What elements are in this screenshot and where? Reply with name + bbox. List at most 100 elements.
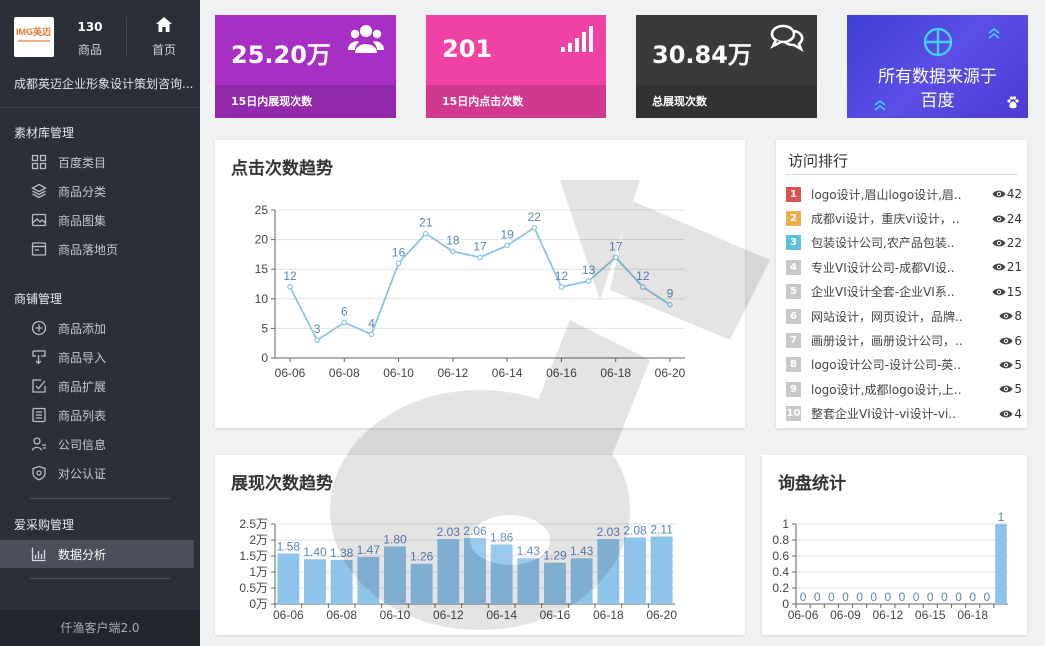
data-label: 2.03 [597, 525, 621, 539]
data-label: 0 [828, 590, 835, 604]
bar [304, 559, 326, 604]
data-point [422, 230, 429, 237]
chevron-up-icon [988, 27, 1000, 39]
sidebar-item-label: 数据分析 [58, 547, 107, 562]
bar [437, 539, 460, 604]
view-count-value: 5 [1014, 382, 1022, 397]
ranking-item[interactable]: 8 logo设计公司-设计公司-英.. 5 [786, 353, 1022, 377]
x-tick-label: 06-16 [546, 366, 577, 380]
group-title-material: 素材库管理 [14, 126, 75, 140]
x-tick-label: 06-06 [275, 366, 306, 380]
sidebar-item-company-info[interactable]: 公司信息 [0, 430, 194, 458]
sidebar-item-product-category[interactable]: 商品分类 [0, 177, 194, 205]
product-count[interactable]: 130 [70, 20, 110, 34]
product-label[interactable]: 商品 [70, 41, 110, 58]
sidebar-item-baidu-category[interactable]: 百度类目 [0, 148, 194, 176]
data-label: 0 [899, 590, 906, 604]
impression-trend-chart: 0万0.5万1万1.5万2万2.5万1.58 1.40 1.38 1.471.801.… [239, 517, 677, 622]
home-button[interactable]: 首页 [138, 16, 190, 58]
data-label: 0 [800, 590, 807, 604]
banner-text-line1: 所有数据来源于 [878, 67, 997, 87]
y-tick-label: 1万 [249, 565, 268, 579]
data-label: 0 [856, 590, 863, 604]
title-underline [786, 174, 1018, 175]
y-tick-label: 0.4 [772, 565, 789, 579]
signal-icon [560, 23, 594, 57]
data-label: 22 [528, 210, 542, 224]
x-tick-label: 06-18 [957, 608, 988, 622]
ranking-item[interactable]: 7 画册设计，画册设计公司，.. 6 [786, 328, 1022, 352]
ranking-item[interactable]: 4 专业VI设计公司-成都VI设.. 21 [786, 255, 1022, 279]
sidebar-item-data-analysis[interactable]: 数据分析 [0, 540, 194, 568]
bar [597, 539, 620, 604]
data-label: 1.86 [490, 530, 514, 544]
sidebar-item-import-product[interactable]: 商品导入 [0, 343, 194, 371]
ranking-item[interactable]: 2 成都vi设计，重庆vi设计，.. 24 [786, 206, 1022, 230]
view-count-value: 42 [1006, 187, 1022, 202]
x-tick-label: 06-20 [655, 366, 686, 380]
data-label: 12 [636, 269, 650, 283]
rank-title: logo设计公司-设计公司-英.. [811, 358, 961, 373]
data-label: 19 [500, 228, 514, 242]
view-count: 4 [999, 407, 1022, 421]
grid-icon [30, 153, 48, 171]
logo-underline [18, 40, 50, 42]
data-label: 0 [955, 590, 962, 604]
sidebar-item-product-list[interactable]: 商品列表 [0, 401, 194, 429]
data-label: 2.06 [463, 524, 487, 538]
card-value: 30.84万 [652, 41, 752, 69]
company-logo[interactable]: IMG英迈 [14, 17, 54, 57]
view-count: 5 [999, 358, 1022, 372]
company-name: 成都英迈企业形象设计策划咨询... [14, 77, 194, 91]
view-count-value: 8 [1014, 309, 1022, 324]
x-tick-label: 06-14 [486, 608, 517, 622]
view-count-value: 4 [1014, 406, 1022, 421]
rank-title: 网站设计，网页设计，品牌.. [811, 309, 963, 324]
sidebar-item-add-product[interactable]: 商品添加 [0, 314, 194, 342]
eye-icon [992, 190, 1006, 198]
ranking-item[interactable]: 1 logo设计,眉山logo设计,眉.. 42 [786, 182, 1022, 206]
home-label: 首页 [151, 43, 176, 57]
bar [410, 563, 433, 604]
chat-icon [769, 23, 805, 57]
y-tick-label: 2.5万 [239, 517, 268, 531]
group-title-purchase: 爱采购管理 [14, 518, 75, 532]
globe-icon [923, 27, 953, 57]
x-tick-label: 06-16 [540, 608, 571, 622]
sidebar-divider [0, 107, 200, 108]
click-trend-panel: 点击次数趋势 0 5 10 15 20 25 06-06 06-08 06-10 06-12 06-… [215, 140, 745, 428]
data-label: 0 [941, 590, 948, 604]
data-label: 9 [667, 287, 674, 301]
impression-trend-panel: 展现次数趋势 0万 0.5万 1万 1.5万 2万 2.5万 1.58 1.40 1.38 1.4… [215, 455, 745, 635]
sidebar-item-extend-product[interactable]: 商品扩展 [0, 372, 194, 400]
data-label: 2.11 [650, 522, 673, 536]
ranking-item[interactable]: 10 整套企业VI设计-vi设计-vi.. 4 [786, 402, 1022, 426]
group-title-shop: 商铺管理 [14, 292, 63, 306]
data-label: 1.26 [410, 550, 434, 564]
sidebar-item-label: 商品列表 [58, 408, 107, 423]
y-tick-label: 2万 [249, 533, 268, 547]
ranking-item[interactable]: 5 企业VI设计全套-企业VI系.. 15 [786, 280, 1022, 304]
data-point [504, 242, 510, 249]
logo-text: IMG英迈 [16, 27, 51, 37]
ranking-item[interactable]: 6 网站设计，网页设计，品牌.. 8 [786, 304, 1022, 328]
data-label: 1.29 [543, 549, 567, 563]
bar [650, 536, 673, 604]
sidebar-item-corporate-auth[interactable]: 对公认证 [0, 459, 194, 487]
sidebar-item-landing-page[interactable]: 商品落地页 [0, 235, 194, 263]
sidebar-divider [30, 498, 170, 499]
inquiry-stats-panel: 询盘统计 0 0.2 0.4 0.6 0.8 1 0 0 0 0 0 0 0 0 0 0 0 0 0 0 1 06-06 0… [762, 455, 1027, 635]
ranking-item[interactable]: 9 logo设计,成都logo设计,上.. 5 [786, 377, 1022, 401]
x-tick-label: 06-20 [646, 608, 677, 622]
data-label: 1 [998, 510, 1005, 524]
ranking-item[interactable]: 3 包装设计公司,农产品包装.. 22 [786, 231, 1022, 255]
data-label: 3 [314, 322, 321, 336]
view-count-value: 5 [1014, 357, 1022, 372]
visit-ranking-panel: 访问排行 1 logo设计,眉山logo设计,眉.. 42 2 成都vi设计，重庆vi设… [776, 140, 1027, 428]
data-label: 1.43 [570, 544, 594, 558]
data-point [368, 331, 375, 338]
sidebar-item-label: 商品添加 [58, 321, 107, 336]
sidebar-item-product-gallery[interactable]: 商品图集 [0, 206, 194, 234]
data-label: 0 [913, 590, 920, 604]
bar [357, 556, 380, 604]
